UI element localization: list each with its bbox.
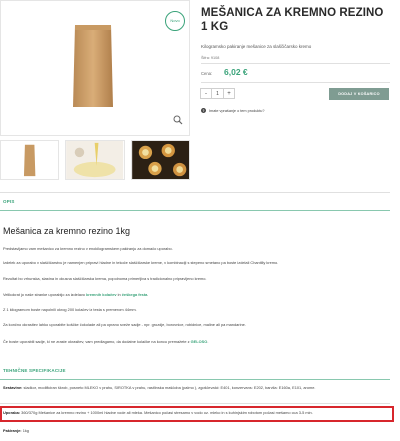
ask-question-label: Imate vprašanje o tem produktu?	[209, 108, 265, 113]
description-paragraph: Če boste uporabili sadje, ki ne zraste o…	[3, 339, 209, 344]
product-bag-image	[73, 25, 113, 107]
description-paragraph: Izdelek za uporabo v slaščičarstvu je na…	[3, 260, 279, 265]
product-price: 6,02 €	[224, 67, 248, 77]
description-heading: OPIS	[3, 199, 15, 204]
thumbnail-bag[interactable]	[0, 140, 60, 180]
description-paragraph: Z 1 kilogramom boste napolnili okrog 200…	[3, 307, 137, 312]
quantity-stepper[interactable]: - 1 +	[200, 88, 235, 99]
kremni-kolaci-link[interactable]: kremnih kolačev	[86, 292, 117, 297]
geloso-link[interactable]: GELOSO	[191, 339, 208, 344]
description-paragraph: Rezultat bo vrhunska, slastna in okusna …	[3, 276, 207, 281]
description-paragraph: Predstavljamo vam mešanico za kremno rez…	[3, 246, 173, 251]
ceski-fest-link[interactable]: češkega festa	[122, 292, 148, 297]
description-paragraph: Velikokrat jo naše stranke uporabijo za …	[3, 292, 149, 297]
spec-packaging: Pakiranje: 1kg	[3, 428, 29, 433]
add-to-cart-button[interactable]: DODAJ V KOŠARICO	[329, 88, 389, 100]
spec-divider	[0, 403, 390, 404]
product-image[interactable]: Novo	[0, 0, 190, 136]
spec-ingredients: Sestavine: sladkor, modificiran škrob, p…	[3, 385, 316, 390]
question-icon: ?	[201, 108, 206, 113]
info-divider	[201, 63, 390, 64]
ask-question-link[interactable]: ? Imate vprašanje o tem produktu?	[201, 108, 265, 113]
thumbnail-cream-pour[interactable]	[65, 140, 125, 180]
zoom-icon[interactable]	[173, 115, 183, 125]
product-title: MEŠANICA ZA KREMNO REZINO 1 KG	[201, 7, 384, 33]
product-subtitle: Kilogramsko pakiranje mešanice za slašči…	[201, 44, 312, 49]
product-sku: Šifra: 9108	[201, 56, 220, 60]
thumbnail-strip	[0, 140, 190, 180]
new-badge: Novo	[165, 11, 185, 31]
specs-heading: TEHNIČNE SPECIFIKACIJE	[3, 368, 66, 373]
description-heading-line	[0, 210, 390, 211]
thumbnail-pastries[interactable]	[130, 140, 190, 180]
specs-heading-line	[0, 379, 390, 380]
section-divider	[0, 192, 390, 193]
description-paragraph: Za končno okrasitev lahko uporabite košč…	[3, 322, 246, 327]
description-title: Mešanica za kremno rezino 1kg	[3, 226, 131, 236]
price-label: Cena:	[201, 71, 213, 76]
usage-highlight-box	[0, 406, 394, 422]
price-divider	[201, 82, 390, 83]
increase-button[interactable]: +	[223, 88, 235, 99]
